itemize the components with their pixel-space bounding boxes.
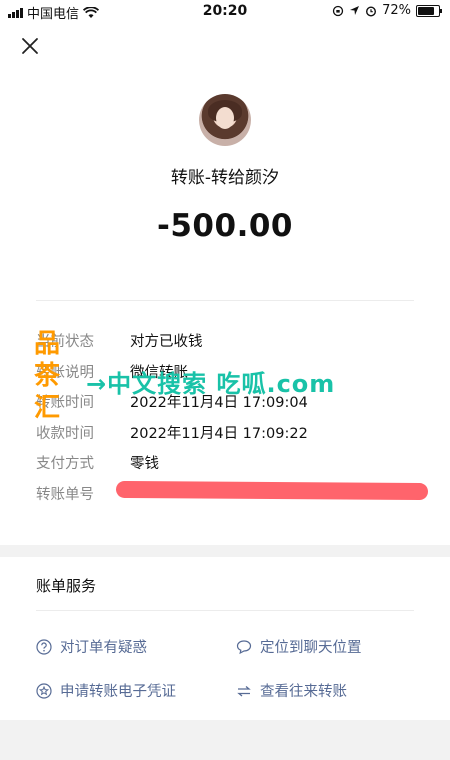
orientation-lock-icon — [332, 5, 344, 16]
battery-icon — [416, 4, 442, 17]
service-label: 定位到聊天位置 — [260, 640, 362, 656]
status-right-group: 72% — [332, 3, 442, 18]
location-icon — [350, 6, 360, 15]
redaction-mark — [115, 480, 429, 501]
chat-bubble-icon — [236, 639, 252, 654]
service-label: 查看往来转账 — [260, 684, 347, 700]
payee-title: 转账-转给颜汐 — [170, 168, 280, 188]
section-gap — [0, 545, 450, 557]
watermark-char: 茶 — [34, 361, 61, 391]
avatar — [199, 94, 251, 146]
star-circle-icon — [36, 682, 52, 699]
battery-percent: 72% — [382, 3, 411, 18]
amount: -500.00 — [157, 208, 293, 244]
divider — [36, 610, 414, 611]
detail-label: 支付方式 — [36, 456, 94, 472]
detail-label: 转账单号 — [36, 486, 94, 503]
watermark-horizontal: →中文搜索 吃呱.com — [86, 370, 336, 398]
watermark-char: 汇 — [34, 393, 61, 423]
watermark-char: 品 — [34, 329, 61, 359]
service-label: 对订单有疑惑 — [60, 640, 147, 656]
service-label: 申请转账电子凭证 — [60, 684, 176, 700]
transfer-arrows-icon — [237, 685, 251, 696]
bottom-gap — [0, 720, 450, 760]
service-e-voucher[interactable]: 申请转账电子凭证 — [36, 680, 176, 701]
status-bar: 中国电信 20:20 72% — [0, 0, 450, 24]
services-title: 账单服务 — [36, 577, 97, 595]
detail-value: 零钱 — [130, 456, 159, 472]
question-circle-icon — [36, 638, 52, 655]
service-view-transfers[interactable]: 查看往来转账 — [236, 680, 347, 701]
detail-value: 对方已收钱 — [130, 334, 203, 350]
alarm-icon — [366, 5, 377, 17]
watermark-vertical: 品 茶 汇 — [34, 328, 60, 424]
service-locate-chat[interactable]: 定位到聊天位置 — [236, 636, 362, 657]
service-order-question[interactable]: 对订单有疑惑 — [36, 636, 147, 657]
detail-label: 收款时间 — [36, 425, 94, 442]
detail-value: 2022年11月4日 17:09:22 — [130, 425, 308, 442]
divider — [36, 300, 414, 301]
close-icon[interactable] — [20, 36, 40, 56]
